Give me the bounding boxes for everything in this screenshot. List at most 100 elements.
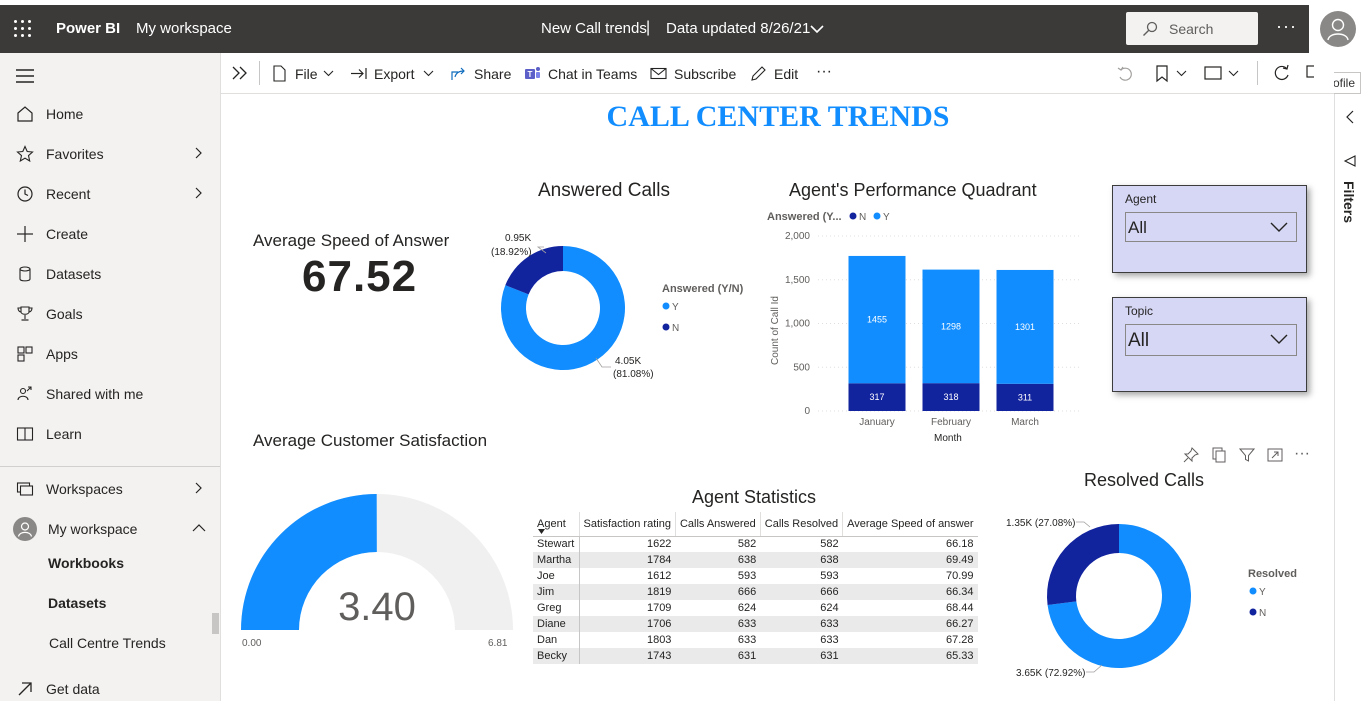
workspace-breadcrumb[interactable]: My workspace (136, 20, 232, 37)
undo-icon[interactable] (1116, 65, 1134, 83)
nav-item-goals[interactable]: Goals (0, 295, 220, 331)
data-updated-label[interactable]: Data updated 8/26/21 (666, 20, 810, 37)
copy-icon[interactable] (1211, 447, 1227, 463)
more-options-icon[interactable]: ··· (1276, 16, 1297, 37)
table-cell-value: 666 (760, 584, 843, 600)
export-menu[interactable]: Export (350, 65, 440, 85)
nav-item-recent[interactable]: Recent (0, 175, 220, 211)
nav-label: Goals (46, 306, 83, 322)
svg-text:T: T (528, 70, 533, 79)
filter-icon[interactable] (1239, 447, 1255, 463)
app-launcher-icon[interactable] (14, 20, 32, 38)
agent-slicer-value: All (1128, 218, 1147, 237)
table-row[interactable]: Dan 1803 633 633 67.28 (533, 632, 978, 648)
bar-data-label: 1455 (867, 315, 887, 325)
edit-button[interactable]: Edit (750, 65, 805, 85)
legend-label-y: Y (883, 212, 890, 223)
hamburger-icon[interactable] (16, 69, 34, 83)
bookmark-icon[interactable] (1155, 65, 1169, 83)
nav-item-favorites[interactable]: Favorites (0, 135, 220, 171)
expand-pane-icon[interactable] (231, 65, 249, 81)
nav-item-apps[interactable]: Apps (0, 335, 220, 371)
column-header-satisfaction[interactable]: Satisfaction rating (578, 512, 676, 537)
column-header-calls-resolved[interactable]: Calls Resolved (759, 512, 843, 537)
focus-mode-icon[interactable] (1267, 447, 1283, 463)
bar-marks: 317 1455 318 1298 311 1301 (848, 255, 1054, 411)
nav-sub-workbooks[interactable]: Workbooks (48, 555, 124, 571)
table-cell-value: 66.34 (842, 584, 978, 600)
table-row[interactable]: Stewart 1622 582 582 66.18 (533, 536, 978, 552)
nav-sub-datasets[interactable]: Datasets (48, 595, 106, 611)
answered-calls-chart[interactable]: 0.95K (18.92%) 4.05K (81.08%) Answered (… (480, 222, 760, 387)
nav-scrollbar[interactable] (212, 613, 219, 634)
search-input[interactable]: Search (1126, 12, 1258, 45)
table-row[interactable]: Martha 1784 638 638 69.49 (533, 552, 978, 568)
subscribe-button[interactable]: Subscribe (650, 65, 740, 85)
avatar-icon (1320, 11, 1356, 47)
table-row[interactable]: Becky 1743 631 631 65.33 (533, 648, 978, 664)
share-button[interactable]: Share (450, 65, 512, 85)
table-row[interactable]: Joe 1612 593 593 70.99 (533, 568, 978, 584)
file-menu[interactable]: File (271, 65, 341, 85)
column-header-avg-speed[interactable]: Average Speed of answer (842, 512, 978, 537)
workspaces-icon (16, 482, 34, 496)
chevron-left-icon[interactable] (1345, 110, 1355, 124)
edit-label: Edit (774, 66, 799, 82)
share-icon (451, 67, 465, 80)
nav-divider (0, 466, 220, 467)
table-cell-value: 1784 (579, 552, 676, 568)
profile-button[interactable] (1309, 5, 1364, 53)
nav-item-datasets[interactable]: Datasets (0, 255, 220, 291)
chevron-down-icon[interactable] (1176, 70, 1187, 77)
table-cell-value: 633 (675, 616, 761, 632)
chevron-down-icon[interactable] (810, 24, 824, 34)
brand-label[interactable]: Power BI (56, 20, 120, 37)
legend-marker-n (1249, 608, 1257, 616)
more-options-icon[interactable]: ··· (1294, 445, 1310, 463)
refresh-icon[interactable] (1273, 64, 1291, 82)
chevron-down-icon[interactable] (1228, 70, 1239, 77)
more-options-icon[interactable]: ··· (816, 63, 832, 81)
table-row[interactable]: Jim 1819 666 666 66.34 (533, 584, 978, 600)
nav-label: My workspace (48, 521, 138, 537)
resolved-calls-chart[interactable]: 1.35K (27.08%) 3.65K (72.92%) Resolved Y… (1000, 505, 1320, 690)
nav-item-create[interactable]: Create (0, 215, 220, 251)
nav-item-home[interactable]: Home (0, 95, 220, 131)
table-cell-value: 66.18 (842, 536, 978, 552)
nav-item-my-workspace[interactable]: My workspace (0, 510, 220, 546)
nav-item-workspaces[interactable]: Workspaces (0, 470, 220, 506)
nav-item-shared[interactable]: Shared with me (0, 375, 220, 411)
clock-icon (17, 186, 33, 202)
agent-slicer[interactable]: Agent All (1112, 185, 1307, 273)
table-row[interactable]: Greg 1709 624 624 68.44 (533, 600, 978, 616)
nav-item-get-data[interactable]: Get data (0, 670, 220, 701)
nav-sub-call-centre-trends[interactable]: Call Centre Trends (49, 635, 166, 651)
comment-icon[interactable] (1306, 65, 1314, 81)
report-name: New Call trends (541, 20, 647, 37)
topic-slicer[interactable]: Topic All (1112, 297, 1307, 392)
resolved-legend-title: Resolved (1248, 568, 1297, 580)
donut-slice-n[interactable] (1047, 524, 1119, 606)
view-icon[interactable] (1204, 66, 1222, 80)
top-bar: Power BI My workspace New Call trends | … (0, 5, 1309, 53)
table-row[interactable]: Diane 1706 633 633 66.27 (533, 616, 978, 632)
filter-funnel-icon (1343, 155, 1356, 167)
topic-slicer-dropdown[interactable]: All (1125, 324, 1297, 356)
nav-label: Create (46, 226, 89, 242)
pencil-icon (751, 66, 766, 81)
column-header-agent[interactable]: Agent (533, 512, 579, 537)
table-cell-value: 633 (760, 616, 843, 632)
legend-marker-y (1249, 587, 1257, 595)
nav-item-learn[interactable]: Learn (0, 415, 220, 451)
chat-in-teams-button[interactable]: T Chat in Teams (524, 65, 639, 85)
asa-card-title: Average Speed of Answer (253, 231, 450, 250)
bar-data-label: 1301 (1015, 322, 1035, 332)
table-cell-value: 1803 (579, 632, 676, 648)
pin-icon[interactable] (1183, 447, 1199, 463)
legend-label-n: N (1259, 608, 1266, 619)
filters-label[interactable]: Filters (1341, 181, 1357, 223)
column-header-calls-answered[interactable]: Calls Answered (674, 512, 761, 537)
csat-gauge[interactable]: 3.40 0.00 6.81 (230, 480, 530, 655)
quadrant-chart[interactable]: Answered (Y... N Y 0 500 1,000 1,500 2,000 3… (760, 205, 1090, 445)
agent-slicer-dropdown[interactable]: All (1125, 212, 1297, 242)
